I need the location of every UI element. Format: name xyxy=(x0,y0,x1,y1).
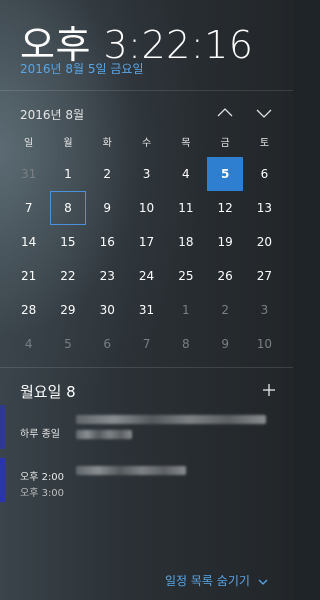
event-title-redacted xyxy=(76,466,186,475)
calendar-day[interactable]: 12 xyxy=(205,191,244,225)
previous-month-button[interactable] xyxy=(215,104,235,122)
calendar-day[interactable]: 4 xyxy=(166,157,205,191)
calendar-day[interactable]: 1 xyxy=(48,157,87,191)
chevron-down-icon xyxy=(258,579,268,585)
calendar-day[interactable]: 29 xyxy=(48,293,87,327)
calendar-day[interactable]: 3 xyxy=(127,157,166,191)
calendar-day[interactable]: 10 xyxy=(245,327,284,361)
calendar-day[interactable]: 26 xyxy=(205,259,244,293)
calendar-day[interactable]: 4 xyxy=(9,327,48,361)
calendar-day[interactable]: 17 xyxy=(127,225,166,259)
calendar-day[interactable]: 6 xyxy=(88,327,127,361)
calendar-day[interactable]: 14 xyxy=(9,225,48,259)
calendar-day[interactable]: 1 xyxy=(166,293,205,327)
calendar-day[interactable]: 16 xyxy=(88,225,127,259)
weekday-tue: 화 xyxy=(102,138,112,149)
event-item-timed[interactable]: 오후 2:00 오후 3:00 xyxy=(0,458,293,502)
event-end-time: 오후 3:00 xyxy=(20,488,65,499)
calendar-day[interactable]: 5 xyxy=(48,327,87,361)
month-label[interactable]: 2016년 8월 xyxy=(20,106,84,123)
calendar-day[interactable]: 31 xyxy=(9,157,48,191)
hide-agenda-button[interactable]: 일정 목록 숨기기 xyxy=(165,572,268,589)
calendar-day[interactable]: 19 xyxy=(205,225,244,259)
calendar-day[interactable]: 11 xyxy=(166,191,205,225)
calendar-day-today[interactable]: 5 xyxy=(205,157,244,191)
calendar-day[interactable]: 22 xyxy=(48,259,87,293)
agenda-day-title: 월요일 8 xyxy=(20,383,76,401)
chevron-up-icon xyxy=(217,108,233,117)
calendar-day[interactable]: 21 xyxy=(9,259,48,293)
calendar-day[interactable]: 7 xyxy=(9,191,48,225)
calendar-day[interactable]: 2 xyxy=(205,293,244,327)
weekday-wed: 수 xyxy=(141,138,152,149)
event-color-bar xyxy=(0,458,5,502)
calendar-days: 31 1 2 3 4 5 6 7 8 9 10 11 12 13 14 15 1… xyxy=(9,157,284,361)
calendar-day[interactable]: 28 xyxy=(9,293,48,327)
next-month-button[interactable] xyxy=(254,104,274,122)
calendar-day[interactable]: 23 xyxy=(88,259,127,293)
date-link[interactable]: 2016년 8월 5일 금요일 xyxy=(20,60,144,77)
plus-icon xyxy=(263,384,275,396)
divider xyxy=(0,90,293,91)
calendar-day[interactable]: 6 xyxy=(245,157,284,191)
calendar-grid: 일 월 화 수 목 금 토 31 1 2 3 4 5 6 7 8 9 10 11… xyxy=(9,133,284,361)
calendar-day[interactable]: 9 xyxy=(205,327,244,361)
calendar-day[interactable]: 7 xyxy=(127,327,166,361)
chevron-down-icon xyxy=(256,109,272,118)
event-color-bar xyxy=(0,405,5,449)
event-location-redacted xyxy=(76,430,132,439)
event-time: 하루 종일 xyxy=(20,429,60,440)
calendar-day[interactable]: 8 xyxy=(166,327,205,361)
calendar-day[interactable]: 24 xyxy=(127,259,166,293)
event-title-redacted xyxy=(76,415,266,424)
clock-calendar-flyout: 오후 3:22:16 2016년 8월 5일 금요일 2016년 8월 일 월 … xyxy=(0,0,293,600)
calendar-day[interactable]: 10 xyxy=(127,191,166,225)
calendar-day[interactable]: 2 xyxy=(88,157,127,191)
calendar-day[interactable]: 31 xyxy=(127,293,166,327)
event-start-time: 오후 2:00 xyxy=(20,472,65,483)
weekday-sun: 일 xyxy=(24,138,34,149)
weekday-thu: 목 xyxy=(181,138,191,149)
add-event-button[interactable] xyxy=(262,380,276,400)
weekday-sat: 토 xyxy=(259,138,270,149)
calendar-day[interactable]: 15 xyxy=(48,225,87,259)
calendar-day[interactable]: 18 xyxy=(166,225,205,259)
calendar-day[interactable]: 9 xyxy=(88,191,127,225)
weekday-fri: 금 xyxy=(220,138,230,149)
calendar-day[interactable]: 3 xyxy=(245,293,284,327)
weekday-mon: 월 xyxy=(63,138,73,149)
event-item-all-day[interactable]: 하루 종일 xyxy=(0,405,293,449)
weekday-header-row: 일 월 화 수 목 금 토 xyxy=(9,133,284,155)
calendar-day[interactable]: 13 xyxy=(245,191,284,225)
calendar-day[interactable]: 27 xyxy=(245,259,284,293)
calendar-day-selected[interactable]: 8 xyxy=(48,191,87,225)
calendar-day[interactable]: 30 xyxy=(88,293,127,327)
calendar-day[interactable]: 20 xyxy=(245,225,284,259)
calendar-day[interactable]: 25 xyxy=(166,259,205,293)
hide-agenda-label: 일정 목록 숨기기 xyxy=(165,574,250,588)
divider xyxy=(0,367,293,368)
